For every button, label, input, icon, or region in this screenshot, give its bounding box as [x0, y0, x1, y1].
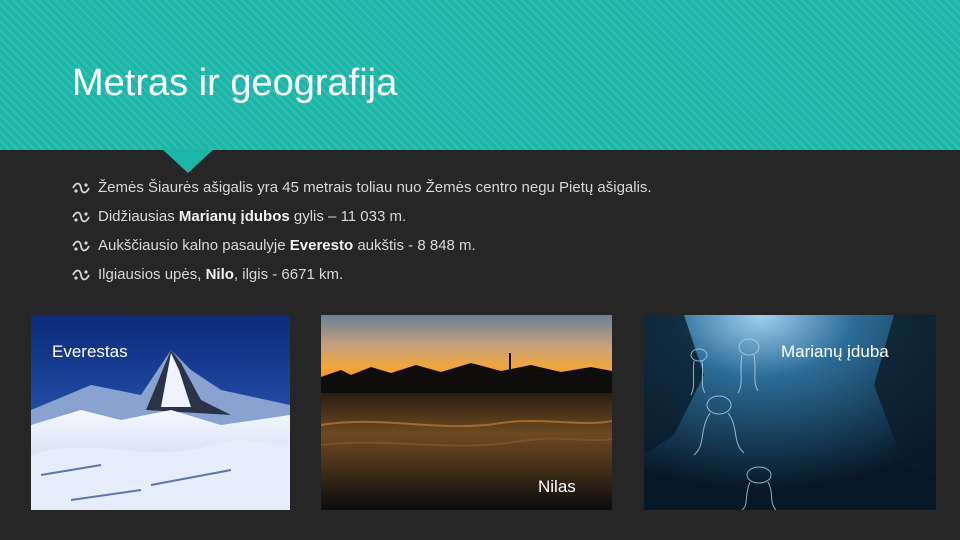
bullet-bold-text: Everesto: [289, 237, 354, 254]
bullet-item: Aukščiausio kalno pasaulyje Everesto auk…: [72, 235, 652, 264]
bullet-text: aukštis - 8 848 m.: [353, 237, 476, 254]
flourish-icon: [72, 182, 90, 194]
nile-caption: Nilas: [538, 477, 576, 496]
bullet-item: Žemės Šiaurės ašigalis yra 45 metrais to…: [72, 177, 652, 206]
everest-caption: Everestas: [52, 342, 128, 361]
bullet-text: gylis – 11 033 m.: [289, 208, 407, 225]
bullet-text: , ilgis - 6671 km.: [233, 266, 344, 283]
bullet-item: Ilgiausios upės, Nilo, ilgis - 6671 km.: [72, 264, 652, 293]
title-band: Metras ir geografija: [0, 0, 960, 150]
bullet-list: Žemės Šiaurės ašigalis yra 45 metrais to…: [72, 177, 652, 293]
bullet-bold-text: Marianų įdubos: [178, 208, 290, 225]
flourish-icon: [72, 240, 90, 252]
slide-title: Metras ir geografija: [72, 62, 398, 104]
bullet-item: Didžiausias Marianų įdubos gylis – 11 03…: [72, 206, 652, 235]
bullet-text: Žemės Šiaurės ašigalis yra 45 metrais to…: [98, 179, 652, 196]
mariana-photo: Marianų įduba: [644, 315, 936, 510]
bullet-text: Ilgiausios upės,: [98, 266, 206, 283]
flourish-icon: [72, 269, 90, 281]
flourish-icon: [72, 211, 90, 223]
bullet-text: Didžiausias: [98, 208, 179, 225]
everest-photo: Everestas: [31, 315, 290, 510]
title-notch: [162, 149, 214, 173]
bullet-text: Aukščiausio kalno pasaulyje: [98, 237, 290, 254]
nile-photo: Nilas: [321, 315, 612, 510]
bullet-bold-text: Nilo: [205, 266, 234, 283]
mariana-caption: Marianų įduba: [781, 342, 889, 361]
